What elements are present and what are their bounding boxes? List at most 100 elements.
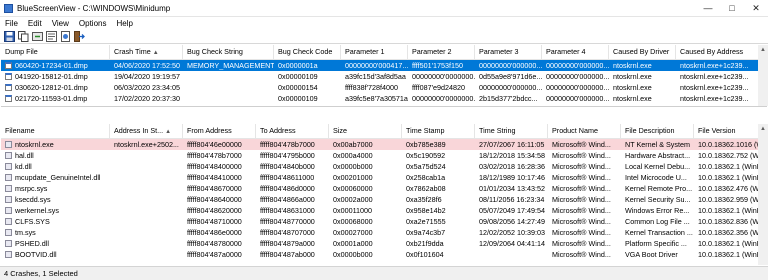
column-header-from-address[interactable]: From Address — [183, 124, 256, 138]
cell-caused-by-driver: ntoskrnl.exe — [609, 60, 676, 71]
menu-options[interactable]: Options — [74, 19, 112, 28]
table-row[interactable]: CLFS.SYS fffff804'48710000 fffff804'487700… — [1, 216, 767, 227]
column-header-caused-by-driver[interactable]: Caused By Driver — [609, 45, 676, 59]
cell-text: ntoskrnl.exe+2502... — [114, 140, 179, 149]
scroll-up-icon[interactable]: ▲ — [758, 45, 768, 55]
cell-to-address: fffff804'48631000 — [256, 205, 329, 216]
driver-file-icon — [5, 229, 12, 236]
column-header-label: Filename — [5, 126, 35, 135]
refresh-icon[interactable] — [32, 31, 43, 42]
close-icon[interactable]: ✕ — [744, 0, 768, 16]
cell-file-description: Kernel Remote Pro... — [621, 183, 694, 194]
column-header-parameter-3[interactable]: Parameter 3 — [475, 45, 542, 59]
menu-view[interactable]: View — [47, 19, 74, 28]
column-header-file-description[interactable]: File Description — [621, 124, 694, 138]
cell-text: 10.0.18362.959 (Win — [698, 195, 765, 204]
column-header-time-stamp[interactable]: Time Stamp — [402, 124, 475, 138]
column-header-bug-check-string[interactable]: Bug Check String — [183, 45, 274, 59]
column-header-product-name[interactable]: Product Name — [548, 124, 621, 138]
cell-text: fffff804'48611000 — [260, 173, 315, 182]
pane-splitter[interactable] — [0, 107, 768, 123]
column-header-filename[interactable]: Filename — [1, 124, 110, 138]
column-header-address-in-st[interactable]: Address In St... ▲ — [110, 124, 183, 138]
cell-time-stamp: 0x7862ab08 — [402, 183, 475, 194]
copy-icon[interactable] — [18, 30, 29, 42]
minimize-icon[interactable]: — — [696, 0, 720, 16]
cell-size: 0x00060000 — [329, 183, 402, 194]
cell-to-address: fffff804'48611000 — [256, 172, 329, 183]
exit-icon[interactable] — [74, 30, 85, 42]
cell-text: fffff804'4866a000 — [260, 195, 315, 204]
cell-text: Microsoft® Wind... — [552, 151, 611, 160]
table-row[interactable]: kd.dll fffff804'48400000 fffff804'4840b000… — [1, 161, 767, 172]
table-row[interactable]: hal.dll fffff804'478b7000 fffff804'4795b00… — [1, 150, 767, 161]
cell-to-address: fffff804'478b7000 — [256, 139, 329, 150]
html-report-icon[interactable] — [60, 30, 71, 42]
cell-crash-time: 17/02/2020 20:37:30 — [110, 93, 183, 104]
cell-text: 10.0.18362.1 (WinB — [698, 206, 762, 215]
table-row[interactable]: tm.sys fffff804'486e0000 fffff804'48707000… — [1, 227, 767, 238]
column-header-time-string[interactable]: Time String — [475, 124, 548, 138]
column-header-crash-time[interactable]: Crash Time ▲ — [110, 45, 183, 59]
table-row[interactable]: 060420-17234-01.dmp 04/06/2020 17:52:50 ME… — [1, 60, 767, 71]
scroll-up-icon[interactable]: ▲ — [758, 124, 768, 134]
bluescreenview-window: BlueScreenView - C:\WINDOWS\Minidump — □… — [0, 0, 768, 280]
column-header-parameter-2[interactable]: Parameter 2 — [408, 45, 475, 59]
column-header-file-version[interactable]: File Version — [694, 124, 767, 138]
column-header-label: Time String — [479, 126, 516, 135]
table-row[interactable]: ksecdd.sys fffff804'48640000 fffff804'4866… — [1, 194, 767, 205]
properties-icon[interactable] — [46, 30, 57, 42]
table-row[interactable]: BOOTVID.dll fffff804'487a0000 fffff804'487… — [1, 249, 767, 260]
cell-text: 0x958e14b2 — [406, 206, 446, 215]
column-header-size[interactable]: Size — [329, 124, 402, 138]
cell-file-description: Local Kernel Debu... — [621, 161, 694, 172]
driver-list-header: Filename Address In St... ▲ From Address To … — [1, 124, 767, 139]
table-row[interactable]: werkernel.sys fffff804'48620000 fffff804'4… — [1, 205, 767, 216]
driver-list-scrollbar[interactable]: ▲ — [758, 124, 768, 265]
column-header-parameter-4[interactable]: Parameter 4 — [542, 45, 609, 59]
cell-from-address: fffff804'48780000 — [183, 238, 256, 249]
cell-to-address: fffff804'4795b000 — [256, 150, 329, 161]
cell-text: 0x0000b000 — [333, 162, 373, 171]
cell-text: Microsoft® Wind... — [552, 162, 611, 171]
cell-file-version: 10.0.18362.836 (Win — [694, 216, 767, 227]
cell-file-description: Windows Error Re... — [621, 205, 694, 216]
cell-text: 10.0.18362.356 (Win — [698, 228, 765, 237]
table-row[interactable]: msrpc.sys fffff804'48670000 fffff804'486d0… — [1, 183, 767, 194]
cell-time-stamp: 0xa35f28f6 — [402, 194, 475, 205]
driver-file-icon — [5, 196, 12, 203]
table-row[interactable]: mcupdate_GenuineIntel.dll fffff804'484100… — [1, 172, 767, 183]
column-header-label: From Address — [187, 126, 232, 135]
table-row[interactable]: 041920-15812-01.dmp 19/04/2020 19:19:57 0x… — [1, 71, 767, 82]
cell-address-in-st — [110, 150, 183, 161]
column-header-label: Parameter 4 — [546, 47, 586, 56]
dump-list-scrollbar[interactable]: ▲ — [758, 45, 768, 106]
column-header-dump-file[interactable]: Dump File — [1, 45, 110, 59]
menu-edit[interactable]: Edit — [23, 19, 47, 28]
table-row[interactable]: 021720-11593-01.dmp 17/02/2020 20:37:30 0x… — [1, 93, 767, 104]
maximize-icon[interactable]: □ — [720, 0, 744, 16]
cell-crash-time: 06/03/2020 23:34:05 — [110, 82, 183, 93]
table-row[interactable]: PSHED.dll fffff804'48780000 fffff804'4879a… — [1, 238, 767, 249]
column-header-parameter-1[interactable]: Parameter 1 — [341, 45, 408, 59]
cell-text: Microsoft® Wind... — [552, 206, 611, 215]
title-bar[interactable]: BlueScreenView - C:\WINDOWS\Minidump — □… — [0, 0, 768, 17]
cell-address-in-st — [110, 183, 183, 194]
save-icon[interactable] — [4, 30, 15, 42]
cell-parameter-3: 0d55a9e8'971d6e... — [475, 71, 542, 82]
menu-help[interactable]: Help — [111, 19, 137, 28]
column-header-caused-by-address[interactable]: Caused By Address — [676, 45, 767, 59]
cell-text: fffff804'48620000 — [187, 206, 242, 215]
menu-file[interactable]: File — [0, 19, 23, 28]
cell-text: 0x0002a000 — [333, 195, 373, 204]
cell-text: kd.dll — [15, 162, 32, 171]
cell-text: 18/12/1989 10:17:46 — [479, 173, 545, 182]
table-row[interactable]: ntoskrnl.exe ntoskrnl.exe+2502... fffff804… — [1, 139, 767, 150]
column-header-bug-check-code[interactable]: Bug Check Code — [274, 45, 341, 59]
cell-text: Microsoft® Wind... — [552, 173, 611, 182]
table-row[interactable]: 030620-12812-01.dmp 06/03/2020 23:34:05 0x… — [1, 82, 767, 93]
column-header-label: Parameter 1 — [345, 47, 385, 56]
column-header-to-address[interactable]: To Address — [256, 124, 329, 138]
column-header-label: Crash Time — [114, 47, 151, 56]
cell-text: fffff804'48670000 — [187, 184, 242, 193]
